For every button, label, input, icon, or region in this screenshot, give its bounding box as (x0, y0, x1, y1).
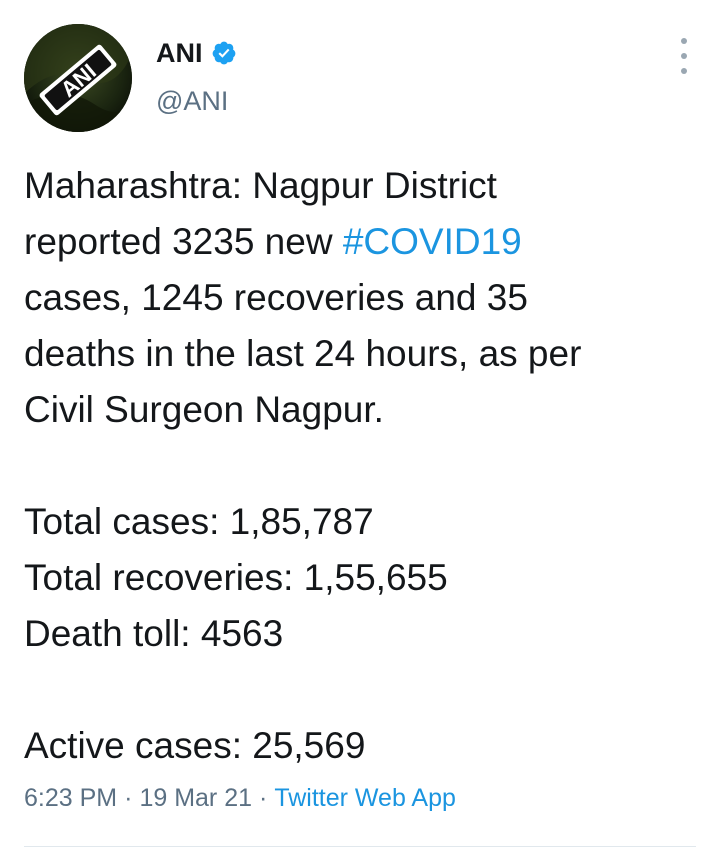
more-dot (681, 68, 687, 74)
avatar[interactable]: ANI (24, 24, 132, 132)
more-dot (681, 38, 687, 44)
death-toll: Death toll: 4563 (24, 613, 284, 654)
meta-separator: · (124, 784, 133, 812)
verified-badge-icon (212, 41, 235, 65)
tweet-line: deaths in the last 24 hours, as per (24, 333, 582, 374)
tweet-time[interactable]: 6:23 PM (24, 784, 117, 812)
tweet-line-text: reported 3235 new (24, 221, 343, 262)
more-vertical-icon[interactable] (678, 38, 690, 74)
divider (24, 846, 696, 847)
tweet-line: Civil Surgeon Nagpur. (24, 389, 384, 430)
tweet-text: Maharashtra: Nagpur District reported 32… (24, 158, 700, 774)
active-cases: Active cases: 25,569 (24, 725, 366, 766)
display-name-row: ANI (156, 30, 237, 76)
tweet-source-link[interactable]: Twitter Web App (274, 784, 456, 812)
ani-logo: ANI (24, 24, 132, 132)
tweet-line: reported 3235 new #COVID19 (24, 214, 700, 270)
author-info: ANI @ANI (156, 30, 237, 117)
tweet-card: ANI ANI @ANI Maharashtra: Nagpur Distric… (0, 0, 720, 860)
total-cases: Total cases: 1,85,787 (24, 501, 374, 542)
author-handle[interactable]: @ANI (156, 86, 237, 117)
tweet-meta: 6:23 PM · 19 Mar 21 · Twitter Web App (24, 784, 456, 813)
tweet-line: Maharashtra: Nagpur District (24, 165, 497, 206)
more-dot (681, 53, 687, 59)
hashtag-link[interactable]: #COVID19 (343, 221, 522, 262)
display-name[interactable]: ANI (156, 38, 203, 69)
tweet-date[interactable]: 19 Mar 21 (139, 784, 252, 812)
meta-separator: · (259, 784, 268, 812)
tweet-line: cases, 1245 recoveries and 35 (24, 277, 528, 318)
total-recoveries: Total recoveries: 1,55,655 (24, 557, 448, 598)
